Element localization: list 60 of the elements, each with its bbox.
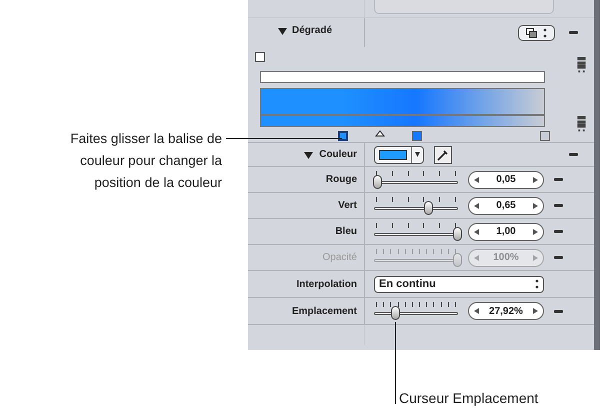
increment-icon[interactable] <box>533 228 538 234</box>
minus-icon[interactable] <box>569 31 578 34</box>
value-text: 27,92% <box>489 304 523 318</box>
slider-thumb[interactable] <box>390 306 400 320</box>
slider[interactable] <box>374 194 458 216</box>
color-tag[interactable] <box>412 131 422 141</box>
midpoint-marker-icon[interactable] <box>374 130 385 137</box>
decrement-icon[interactable] <box>474 308 479 314</box>
color-tag[interactable] <box>540 131 550 141</box>
channel-label: Rouge <box>326 173 357 187</box>
interpolation-dropdown[interactable]: En continu <box>374 276 544 292</box>
callout-text: Curseur Emplacement <box>399 389 538 408</box>
decrement-icon[interactable] <box>474 228 479 234</box>
minus-icon[interactable] <box>554 310 563 312</box>
stack-icon[interactable] <box>576 57 586 66</box>
value-stepper[interactable]: 1,00 <box>468 222 544 240</box>
channel-label: Vert <box>338 199 357 213</box>
minus-icon[interactable] <box>554 256 563 259</box>
up-down-icon <box>535 279 539 289</box>
value-text: 0,65 <box>496 199 516 213</box>
color-tag[interactable] <box>338 131 348 141</box>
increment-icon[interactable] <box>533 202 538 208</box>
slider-thumb[interactable] <box>453 226 462 240</box>
disclosure-triangle-icon[interactable] <box>304 150 314 158</box>
decrement-icon[interactable] <box>474 202 479 208</box>
opacity-tag[interactable] <box>255 52 265 62</box>
slider-thumb[interactable] <box>424 200 433 214</box>
callout-text: Faites glisser la balise de couleur pour changer la position de la couleur <box>70 130 222 192</box>
minus-icon[interactable] <box>554 178 563 181</box>
add-tag-icon[interactable] <box>576 65 586 74</box>
value-text: 0,05 <box>496 173 516 187</box>
value-stepper[interactable]: 27,92% <box>468 302 544 320</box>
minus-icon[interactable] <box>554 230 563 233</box>
channel-label: Opacité <box>322 251 357 265</box>
channel-label: Bleu <box>335 225 357 239</box>
dropdown-arrow-icon[interactable] <box>415 152 420 158</box>
minus-icon[interactable] <box>554 204 563 207</box>
field-label: Interpolation <box>296 278 357 292</box>
copy-icon <box>526 28 537 38</box>
disclosure-triangle-icon[interactable] <box>278 26 287 34</box>
eyedropper-icon[interactable] <box>434 146 452 164</box>
value-text: 100% <box>493 251 519 265</box>
add-tag-icon[interactable] <box>576 124 586 132</box>
increment-icon[interactable] <box>533 176 538 182</box>
decrement-icon[interactable] <box>474 176 479 182</box>
value-text: 1,00 <box>496 225 516 239</box>
field-label: Emplacement <box>292 304 357 318</box>
stack-icon[interactable] <box>576 116 586 124</box>
value-stepper[interactable]: 0,65 <box>468 196 544 214</box>
up-down-icon <box>543 28 547 38</box>
slider[interactable] <box>374 168 458 190</box>
slider-thumb[interactable] <box>373 174 382 188</box>
slider[interactable] <box>374 300 458 322</box>
section-label: Dégradé <box>292 24 332 38</box>
section-label: Couleur <box>319 148 357 162</box>
increment-icon[interactable] <box>532 308 538 314</box>
minus-icon[interactable] <box>569 153 578 156</box>
color-well[interactable] <box>374 146 424 164</box>
value-stepper[interactable]: 0,05 <box>468 170 544 188</box>
copy-menu-button[interactable] <box>518 24 555 40</box>
